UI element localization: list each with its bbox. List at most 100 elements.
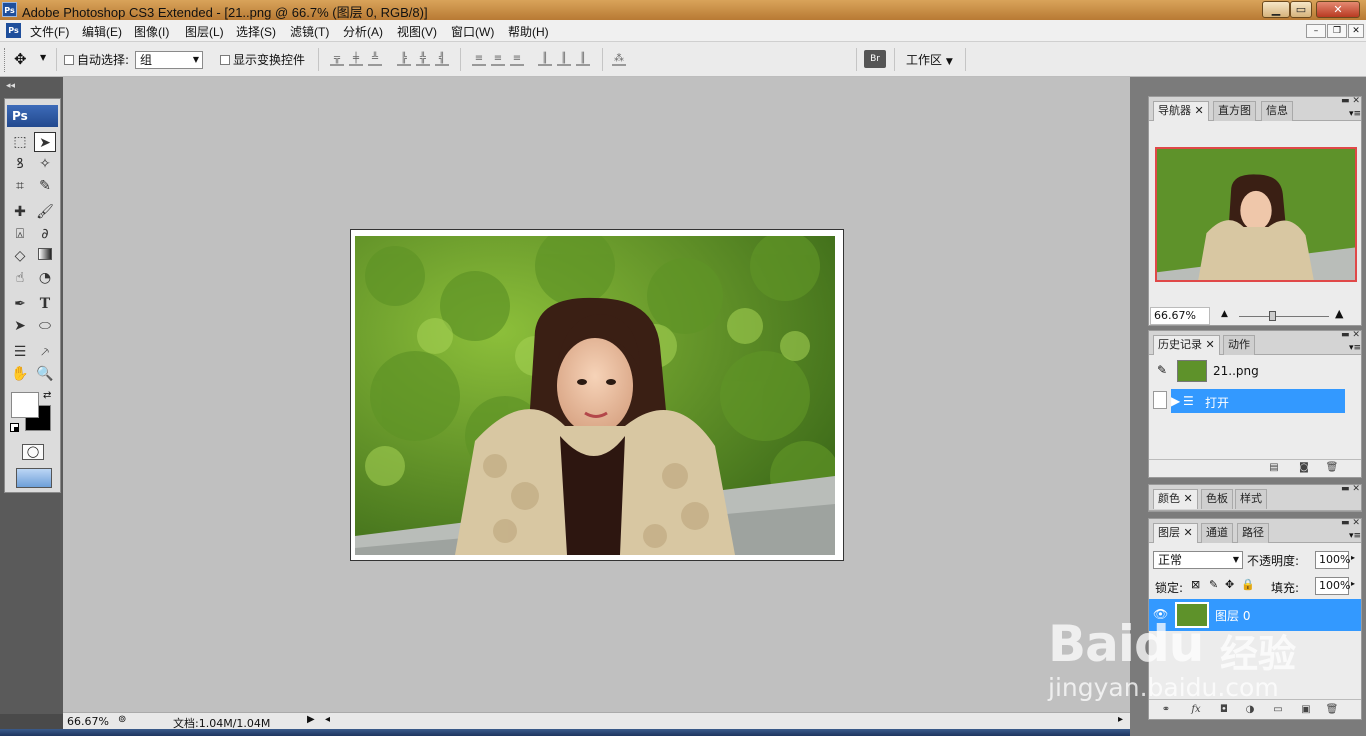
menu-analysis[interactable]: 分析(A) [343,23,383,40]
delete-layer-icon[interactable]: 🗑 [1325,703,1339,717]
scroll-left-icon[interactable]: ◂ [325,714,330,725]
default-colors-icon[interactable] [10,423,19,432]
path-selection-tool-icon[interactable]: ➤ [9,316,31,336]
history-source-box[interactable] [1153,391,1167,409]
tab-swatches[interactable]: 色板 [1201,489,1233,509]
layer-visibility-eye-icon[interactable]: 👁 [1153,607,1168,621]
layer-style-fx-icon[interactable]: fx [1189,703,1203,717]
align-vcenter-icon[interactable]: ╪ [349,52,363,66]
menu-view[interactable]: 视图(V) [397,23,437,40]
panel-minimize-icon[interactable]: ▬ ✕ [1341,330,1360,340]
menu-select[interactable]: 选择(S) [236,23,276,40]
minimize-button[interactable]: ▁ [1262,1,1290,18]
lock-transparency-icon[interactable]: ⊠ [1191,578,1200,591]
distribute-top-icon[interactable]: ≡ [472,52,486,66]
lock-all-icon[interactable]: 🔒 [1241,578,1255,591]
collapse-dock-icon[interactable]: ◂◂ [6,81,15,91]
auto-select-dropdown[interactable]: 组 ▼ [135,51,203,69]
tab-info[interactable]: 信息 [1261,101,1293,121]
magic-wand-tool-icon[interactable]: ✧ [34,154,56,174]
healing-brush-tool-icon[interactable]: ✚ [9,202,31,222]
fill-field[interactable]: 100% [1315,577,1350,595]
opacity-arrow-icon[interactable]: ▸ [1351,553,1355,562]
eyedropper-tool-icon[interactable]: ⸕ [34,342,56,362]
opacity-field[interactable]: 100% [1315,551,1350,569]
foreground-color-swatch[interactable] [11,392,39,418]
menu-window[interactable]: 窗口(W) [451,23,494,40]
menu-file[interactable]: 文件(F) [30,23,69,40]
pen-tool-icon[interactable]: ✒ [9,294,31,314]
tab-navigator[interactable]: 导航器 ✕ [1153,101,1209,121]
swap-colors-icon[interactable]: ⇄ [43,390,51,401]
blur-tool-icon[interactable]: ☝ [9,268,31,288]
move-tool-icon[interactable]: ➤ [34,132,56,152]
menu-edit[interactable]: 编辑(E) [82,23,122,40]
layer-row[interactable]: 👁 图层 0 [1149,599,1361,631]
panel-minimize-icon[interactable]: ▬ ✕ [1341,518,1360,528]
lock-position-icon[interactable]: ✥ [1225,578,1234,591]
eraser-tool-icon[interactable]: ◇ [9,246,31,266]
menu-help[interactable]: 帮助(H) [508,23,549,40]
menu-filter[interactable]: 滤镜(T) [290,23,329,40]
link-layers-icon[interactable]: ⚭ [1159,703,1173,717]
zoom-tool-icon[interactable]: 🔍 [34,364,56,384]
blend-mode-dropdown[interactable]: 正常 ▼ [1153,551,1243,569]
type-tool-icon[interactable]: T [34,294,56,314]
doc-restore-button[interactable]: ❐ [1327,24,1347,38]
align-left-icon[interactable]: ╠ [397,52,411,66]
new-document-from-state-icon[interactable]: ▤ [1267,461,1281,475]
status-icon[interactable]: ⊚ [118,714,126,725]
tab-styles[interactable]: 样式 [1235,489,1267,509]
snapshot-brush-icon[interactable]: ✎ [1157,363,1167,377]
lasso-tool-icon[interactable]: ꝸ [9,154,31,174]
gradient-tool-icon[interactable] [34,246,56,266]
menu-layer[interactable]: 图层(L) [185,23,224,40]
maximize-button[interactable]: ▭ [1290,1,1312,18]
document-photo[interactable] [355,236,835,555]
tab-histogram[interactable]: 直方图 [1213,101,1256,121]
history-step-row[interactable]: ▶ ☰ 打开 [1171,389,1345,413]
panel-menu-icon[interactable]: ▾≡ [1349,343,1361,353]
doc-minimize-button[interactable]: – [1306,24,1326,38]
trash-icon[interactable]: 🗑 [1325,461,1339,475]
menu-image[interactable]: 图像(I) [134,23,169,40]
auto-align-layers-icon[interactable]: ⁂ [612,52,626,66]
align-hcenter-icon[interactable]: ╬ [416,52,430,66]
panel-minimize-icon[interactable]: ▬ ✕ [1341,96,1360,106]
new-group-icon[interactable]: ▭ [1271,703,1285,717]
dodge-tool-icon[interactable]: ◔ [34,268,56,288]
marquee-tool-icon[interactable]: ⬚ [9,132,31,152]
screen-mode-icon[interactable] [16,468,52,488]
history-snapshot-row[interactable]: ✎ 21..png [1151,359,1347,383]
scroll-right-icon[interactable]: ▸ [1118,714,1123,725]
align-right-icon[interactable]: ╣ [435,52,449,66]
auto-select-checkbox[interactable] [64,55,74,65]
doc-icon[interactable]: Ps [6,23,21,38]
zoom-slider-thumb[interactable] [1269,311,1276,321]
distribute-bottom-icon[interactable]: ≡ [510,52,524,66]
tab-color[interactable]: 颜色 ✕ [1153,489,1198,509]
close-button[interactable]: ✕ [1316,1,1360,18]
panel-minimize-icon[interactable]: ▬ ✕ [1341,484,1360,494]
history-brush-tool-icon[interactable]: ∂ [34,224,56,244]
tab-channels[interactable]: 通道 [1201,523,1233,543]
tab-layers[interactable]: 图层 ✕ [1153,523,1198,543]
status-menu-arrow-icon[interactable]: ▶ [307,714,315,725]
zoom-slider-track[interactable] [1239,316,1329,317]
tab-history[interactable]: 历史记录 ✕ [1153,335,1220,355]
slice-tool-icon[interactable]: ✎ [34,176,56,196]
distribute-hcenter-icon[interactable]: ║ [557,52,571,66]
bridge-icon[interactable]: Br [864,50,886,68]
panel-menu-icon[interactable]: ▾≡ [1349,109,1361,119]
ellipse-tool-icon[interactable]: ⬭ [34,316,56,336]
clone-stamp-tool-icon[interactable]: ⍓ [9,224,31,244]
workspace-button[interactable]: 工作区 ▼ [906,51,953,68]
distribute-right-icon[interactable]: ║ [576,52,590,66]
adjustment-layer-icon[interactable]: ◑ [1243,703,1257,717]
zoom-out-icon[interactable]: ▲ [1221,309,1228,319]
notes-tool-icon[interactable]: ☰ [9,342,31,362]
tool-preset-chevron-icon[interactable]: ▼ [40,53,46,62]
status-zoom[interactable]: 66.67% [67,715,109,728]
tab-actions[interactable]: 动作 [1223,335,1255,355]
align-top-icon[interactable]: ╦ [330,52,344,66]
